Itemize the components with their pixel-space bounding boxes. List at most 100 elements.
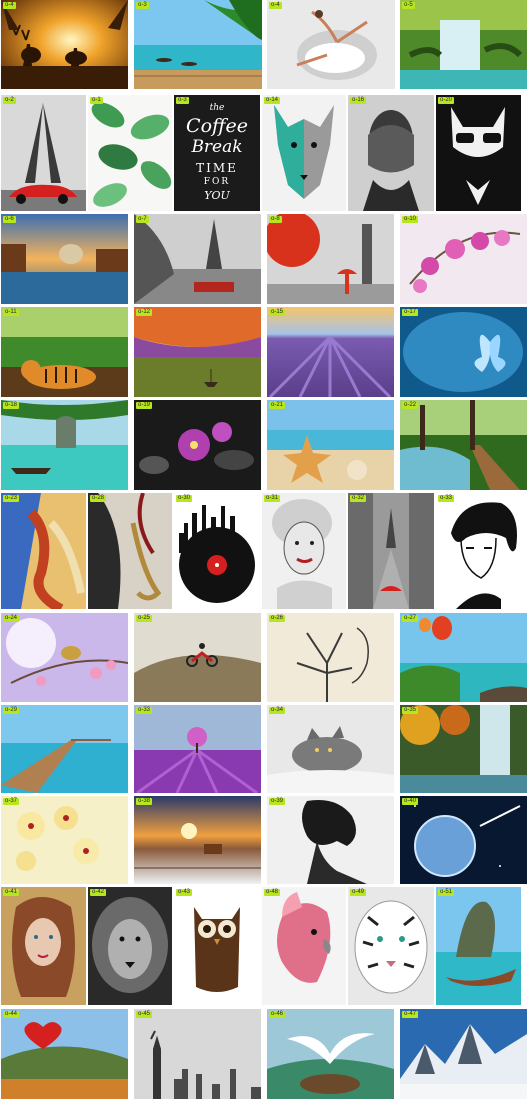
tile-marilyn[interactable]: o-31 — [262, 493, 346, 609]
tile-red-umbrella-street[interactable]: o-32 — [348, 493, 434, 609]
tile-autumn-waterfall[interactable]: o-35 — [400, 705, 527, 793]
tile-eiffel-car[interactable]: o-2 — [1, 95, 86, 211]
tile-label: o-6 — [3, 216, 16, 223]
tile-white-tiger[interactable]: o-49 — [348, 887, 434, 1005]
tree-face-image — [267, 613, 394, 702]
balloons-coast-image — [400, 613, 527, 702]
tile-label: o-32 — [350, 495, 367, 502]
tile-orchids-stones[interactable]: o-19 — [134, 400, 261, 490]
tile-label: o-25 — [136, 615, 153, 622]
cockatoo-image — [262, 887, 346, 1005]
seagull-image — [267, 1009, 394, 1099]
motocross-image — [134, 613, 261, 702]
grey-cat-image — [267, 705, 394, 793]
tile-pink-orchid[interactable]: o-10 — [400, 214, 527, 304]
tile-label: o-51 — [438, 889, 455, 896]
tile-label: o-16 — [350, 97, 367, 104]
liberty-image — [134, 1009, 261, 1099]
tile-cockatoo[interactable]: o-48 — [262, 887, 346, 1005]
forest-path-image — [400, 400, 527, 490]
tile-starfish[interactable]: o-21 — [267, 400, 394, 490]
tile-planet[interactable]: o-40 — [400, 796, 527, 884]
tile-lion[interactable]: o-42 — [88, 887, 172, 1005]
tile-label: o-1 — [90, 97, 103, 104]
tile-label: o-21 — [269, 402, 286, 409]
tile-grey-cat[interactable]: o-34 — [267, 705, 394, 793]
tile-label: o-48 — [264, 889, 281, 896]
tile-label: o-2 — [3, 97, 16, 104]
yellow-orchids-image — [1, 796, 128, 884]
tile-label: o-27 — [402, 615, 419, 622]
tile-audrey[interactable]: o-33 — [436, 493, 521, 609]
tile-deer-sunset[interactable]: o-4 — [1, 0, 128, 89]
tile-hands-face[interactable]: o-16 — [348, 95, 434, 211]
paris-river-image — [134, 214, 261, 304]
lion-image — [88, 887, 172, 1005]
blue-butterfly-image — [400, 307, 527, 397]
tile-lagoon-boat[interactable]: o-18 — [1, 400, 128, 490]
tile-boat-painting[interactable]: o-12 — [134, 307, 261, 397]
tile-tropical-leaves[interactable]: o-1 — [88, 95, 172, 211]
tile-ballerina[interactable]: o-4 — [267, 0, 395, 89]
tile-label: o-39 — [269, 798, 286, 805]
tile-wolf[interactable]: o-14 — [262, 95, 346, 211]
tile-blue-butterfly[interactable]: o-17 — [400, 307, 527, 397]
tile-seagull[interactable]: o-46 — [267, 1009, 394, 1099]
tile-purple-tree[interactable]: o-33 — [134, 705, 261, 793]
tile-woman-silhouette[interactable]: o-39 — [267, 796, 394, 884]
tile-coffee-break[interactable]: the Coffee Break TIME FOR YOU o-3 — [174, 95, 260, 211]
tile-label: o-4 — [3, 2, 16, 9]
tile-label: o-3 — [136, 2, 149, 9]
tile-label: o-41 — [3, 889, 20, 896]
tile-liberty[interactable]: o-45 — [134, 1009, 261, 1099]
tile-coffee-owl[interactable]: o-43 — [174, 887, 260, 1005]
tile-venice[interactable]: o-6 — [1, 214, 128, 304]
tile-violin[interactable]: o-23 — [1, 493, 86, 609]
tile-label: o-31 — [264, 495, 281, 502]
tile-label: o-34 — [269, 707, 286, 714]
coffee-time-text: TIME — [196, 161, 238, 175]
tile-paris-river[interactable]: o-7 — [134, 214, 261, 304]
tile-winter-sunset[interactable]: o-38 — [134, 796, 261, 884]
tile-bird-blossom[interactable]: o-24 — [1, 613, 128, 702]
purple-tree-image — [134, 705, 261, 793]
tile-pier[interactable]: o-29 — [1, 705, 128, 793]
tile-painted-woman[interactable]: o-41 — [1, 887, 86, 1005]
tile-balloons-coast[interactable]: o-27 — [400, 613, 527, 702]
tile-bulldog[interactable]: o-20 — [436, 95, 521, 211]
tile-forest-path[interactable]: o-22 — [400, 400, 527, 490]
tile-lavender[interactable]: o-15 — [267, 307, 394, 397]
tile-label: o-45 — [136, 1011, 153, 1018]
tile-label: o-37 — [3, 798, 20, 805]
tile-label: o-14 — [264, 97, 281, 104]
tile-yellow-orchids[interactable]: o-37 — [1, 796, 128, 884]
tile-label: o-24 — [3, 615, 20, 622]
audrey-image — [436, 493, 521, 609]
tile-motocross[interactable]: o-25 — [134, 613, 261, 702]
tile-vinyl-city[interactable]: o-30 — [174, 493, 260, 609]
tile-london-umbrella[interactable]: o-8 — [267, 214, 394, 304]
bulldog-image — [436, 95, 521, 211]
coffee-top-text: the — [209, 103, 225, 113]
lavender-image — [267, 307, 394, 397]
planet-image — [400, 796, 527, 884]
tile-saxophone[interactable]: o-28 — [88, 493, 172, 609]
tile-label: o-23 — [3, 495, 20, 502]
lagoon-boat-image — [1, 400, 128, 490]
deer-sunset-image — [1, 0, 128, 89]
venice-image — [1, 214, 128, 304]
tile-waterfall[interactable]: o-5 — [400, 0, 527, 89]
bird-blossom-image — [1, 613, 128, 702]
tile-label: o-10 — [402, 216, 419, 223]
tile-label: o-33 — [136, 707, 153, 714]
tile-heart-balloon[interactable]: o-44 — [1, 1009, 128, 1099]
tile-label: o-4 — [269, 2, 282, 9]
tile-mountains[interactable]: o-47 — [400, 1009, 527, 1099]
tile-tree-face[interactable]: o-26 — [267, 613, 394, 702]
tile-label: o-49 — [350, 889, 367, 896]
mountains-image — [400, 1009, 527, 1099]
tiger-jungle-image — [1, 307, 128, 397]
tile-palm-beach[interactable]: o-3 — [134, 0, 262, 89]
tile-tiger-jungle[interactable]: o-11 — [1, 307, 128, 397]
tile-longtail-boat[interactable]: o-51 — [436, 887, 521, 1005]
